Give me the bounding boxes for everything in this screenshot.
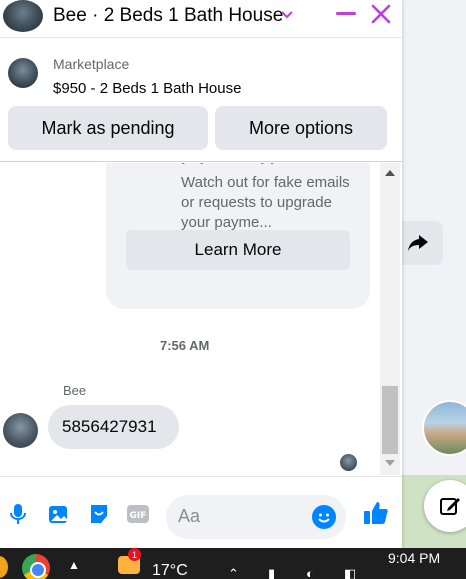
taskbar-app-icon[interactable]: [0, 556, 8, 578]
listing-source: Marketplace: [53, 56, 130, 72]
share-icon: [407, 235, 428, 251]
photo-icon[interactable]: [48, 503, 70, 525]
compose-icon: [440, 498, 460, 515]
tray-chevron-icon[interactable]: ⌃: [228, 566, 239, 579]
chevron-up-icon[interactable]: ▲: [68, 558, 80, 572]
message-thread: payment app Watch out for fake emails or…: [0, 163, 402, 475]
message-bubble[interactable]: 5856427931: [48, 405, 179, 449]
message-placeholder: Aa: [178, 506, 201, 526]
chat-title[interactable]: Bee · 2 Beds 1 Bath House: [53, 5, 283, 27]
microphone-icon[interactable]: [7, 503, 29, 525]
learn-more-button[interactable]: Learn More: [126, 230, 350, 270]
temperature[interactable]: 17°C: [152, 562, 188, 579]
composer: GIF Aa: [0, 476, 402, 548]
safety-tip-card: payment app Watch out for fake emails or…: [106, 163, 370, 309]
network-icon[interactable]: ◐: [306, 566, 314, 579]
scroll-down-icon[interactable]: [385, 460, 395, 466]
volume-icon[interactable]: ◧: [344, 566, 356, 579]
taskbar: ▲ 1 17°C ⌃ ▮ ◐ ◧ 9:04 PM: [0, 548, 466, 579]
like-icon[interactable]: [362, 499, 390, 527]
card-text: Watch out for fake emails or requests to…: [181, 174, 350, 231]
chat-window: Bee · 2 Beds 1 Bath House Marketplace $9…: [0, 0, 402, 548]
emoji-icon[interactable]: [312, 505, 336, 529]
chrome-icon[interactable]: [22, 554, 50, 579]
sticker-icon[interactable]: [88, 503, 110, 525]
mark-as-pending-button[interactable]: Mark as pending: [8, 106, 208, 150]
seen-avatar: [340, 454, 357, 471]
clock-time[interactable]: 9:04 PM: [388, 550, 440, 566]
svg-text:GIF: GIF: [130, 511, 147, 521]
screen: Bee · 2 Beds 1 Bath House Marketplace $9…: [0, 0, 466, 579]
contact-avatar[interactable]: [3, 0, 43, 32]
scroll-up-icon[interactable]: [385, 170, 395, 176]
background-page: [402, 0, 466, 548]
chevron-down-icon[interactable]: [280, 8, 294, 22]
listing-thumbnail[interactable]: [8, 58, 38, 88]
minimize-icon[interactable]: [336, 12, 356, 15]
gif-icon[interactable]: GIF: [127, 503, 149, 525]
close-icon[interactable]: [370, 3, 392, 25]
sender-name: Bee: [63, 383, 87, 398]
message-input[interactable]: Aa: [166, 495, 346, 539]
more-options-button[interactable]: More options: [215, 106, 387, 150]
card-heading: payment app: [181, 163, 311, 165]
marketplace-listing: Marketplace $950 - 2 Beds 1 Bath House M…: [0, 40, 402, 162]
chat-header: Bee · 2 Beds 1 Bath House: [0, 0, 402, 38]
listing-title[interactable]: $950 - 2 Beds 1 Bath House: [53, 80, 241, 97]
notification-badge: 1: [128, 548, 141, 561]
scrollbar-thumb[interactable]: [382, 386, 398, 454]
battery-icon[interactable]: ▮: [268, 566, 275, 579]
message-timestamp: 7:56 AM: [160, 338, 210, 353]
sender-avatar[interactable]: [3, 413, 38, 448]
